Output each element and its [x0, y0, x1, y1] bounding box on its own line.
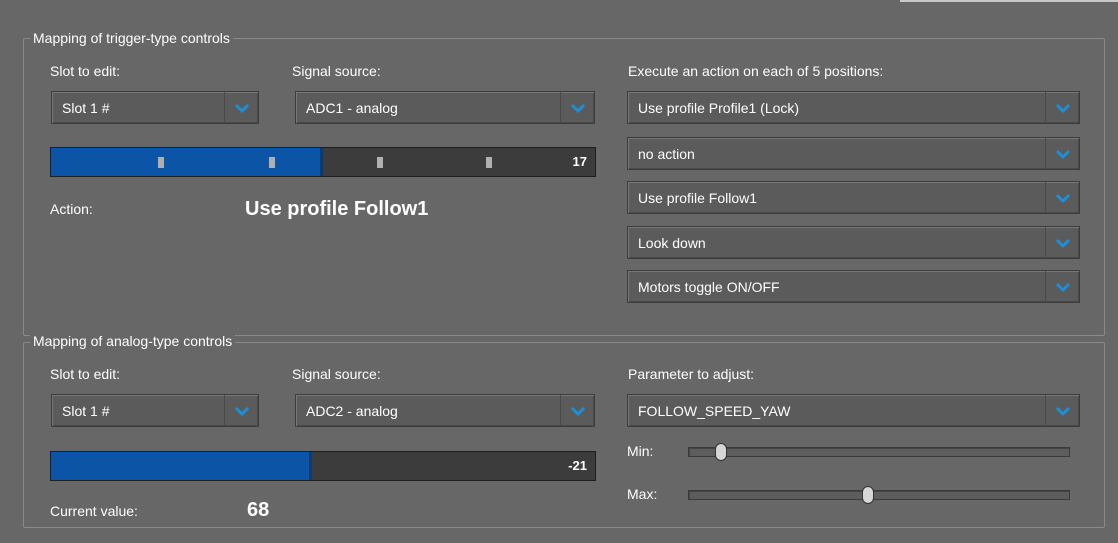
- max-label: Max:: [627, 486, 658, 502]
- position-4-select[interactable]: Look down: [627, 226, 1080, 259]
- analog-signal-value: -21: [568, 458, 587, 473]
- trigger-source-value: ADC1 - analog: [306, 99, 398, 116]
- trigger-action-label: Action:: [50, 201, 93, 217]
- position-tick: [486, 157, 492, 168]
- position-tick: [158, 157, 164, 168]
- chevron-down-icon[interactable]: [560, 395, 594, 426]
- analog-slot-select[interactable]: Slot 1 #: [51, 394, 259, 427]
- analog-signal-fill: [51, 452, 313, 480]
- min-slider[interactable]: [688, 443, 1070, 461]
- positions-label: Execute an action on each of 5 positions…: [628, 63, 884, 79]
- current-value: 68: [247, 499, 270, 521]
- chevron-down-icon[interactable]: [1045, 395, 1079, 426]
- chevron-down-icon[interactable]: [224, 92, 258, 123]
- analog-source-value: ADC2 - analog: [306, 402, 398, 419]
- position-2-value: no action: [638, 145, 695, 162]
- position-5-value: Motors toggle ON/OFF: [638, 278, 780, 295]
- chevron-down-icon[interactable]: [1045, 227, 1079, 258]
- position-4-value: Look down: [638, 234, 706, 251]
- analog-slot-value: Slot 1 #: [62, 402, 110, 419]
- analog-slot-label: Slot to edit:: [50, 366, 121, 382]
- chevron-down-icon[interactable]: [224, 395, 258, 426]
- trigger-signal-fill: [51, 148, 323, 176]
- analog-signal-bar: -21: [50, 451, 596, 481]
- chevron-down-icon[interactable]: [1045, 182, 1079, 213]
- position-5-select[interactable]: Motors toggle ON/OFF: [627, 270, 1080, 303]
- position-1-value: Use profile Profile1 (Lock): [638, 99, 800, 116]
- window-top-border: [900, 0, 1118, 6]
- trigger-signal-value: 17: [572, 154, 587, 169]
- position-tick: [377, 157, 383, 168]
- trigger-source-select[interactable]: ADC1 - analog: [295, 91, 595, 124]
- max-slider-thumb[interactable]: [862, 486, 874, 504]
- chevron-down-icon[interactable]: [560, 92, 594, 123]
- chevron-down-icon[interactable]: [1045, 92, 1079, 123]
- trigger-signal-bar: 17: [50, 147, 596, 177]
- trigger-slot-label: Slot to edit:: [50, 63, 121, 79]
- trigger-source-label: Signal source:: [292, 63, 381, 79]
- param-label: Parameter to adjust:: [628, 366, 755, 382]
- param-select[interactable]: FOLLOW_SPEED_YAW: [627, 394, 1080, 427]
- chevron-down-icon[interactable]: [1045, 138, 1079, 169]
- chevron-down-icon[interactable]: [1045, 271, 1079, 302]
- analog-source-label: Signal source:: [292, 366, 381, 382]
- position-tick: [269, 157, 275, 168]
- trigger-action-value: Use profile Follow1: [245, 198, 429, 220]
- trigger-group-title: Mapping of trigger-type controls: [30, 30, 233, 46]
- position-2-select[interactable]: no action: [627, 137, 1080, 170]
- min-slider-thumb[interactable]: [715, 443, 727, 461]
- analog-mapping-group: [23, 342, 1105, 528]
- position-3-value: Use profile Follow1: [638, 189, 758, 206]
- analog-source-select[interactable]: ADC2 - analog: [295, 394, 595, 427]
- param-value: FOLLOW_SPEED_YAW: [638, 402, 791, 419]
- analog-group-title: Mapping of analog-type controls: [30, 333, 236, 349]
- position-1-select[interactable]: Use profile Profile1 (Lock): [627, 91, 1080, 124]
- trigger-slot-select[interactable]: Slot 1 #: [51, 91, 259, 124]
- current-value-label: Current value:: [50, 503, 138, 519]
- max-slider[interactable]: [688, 486, 1070, 504]
- position-3-select[interactable]: Use profile Follow1: [627, 181, 1080, 214]
- trigger-slot-value: Slot 1 #: [62, 99, 110, 116]
- min-label: Min:: [627, 443, 654, 459]
